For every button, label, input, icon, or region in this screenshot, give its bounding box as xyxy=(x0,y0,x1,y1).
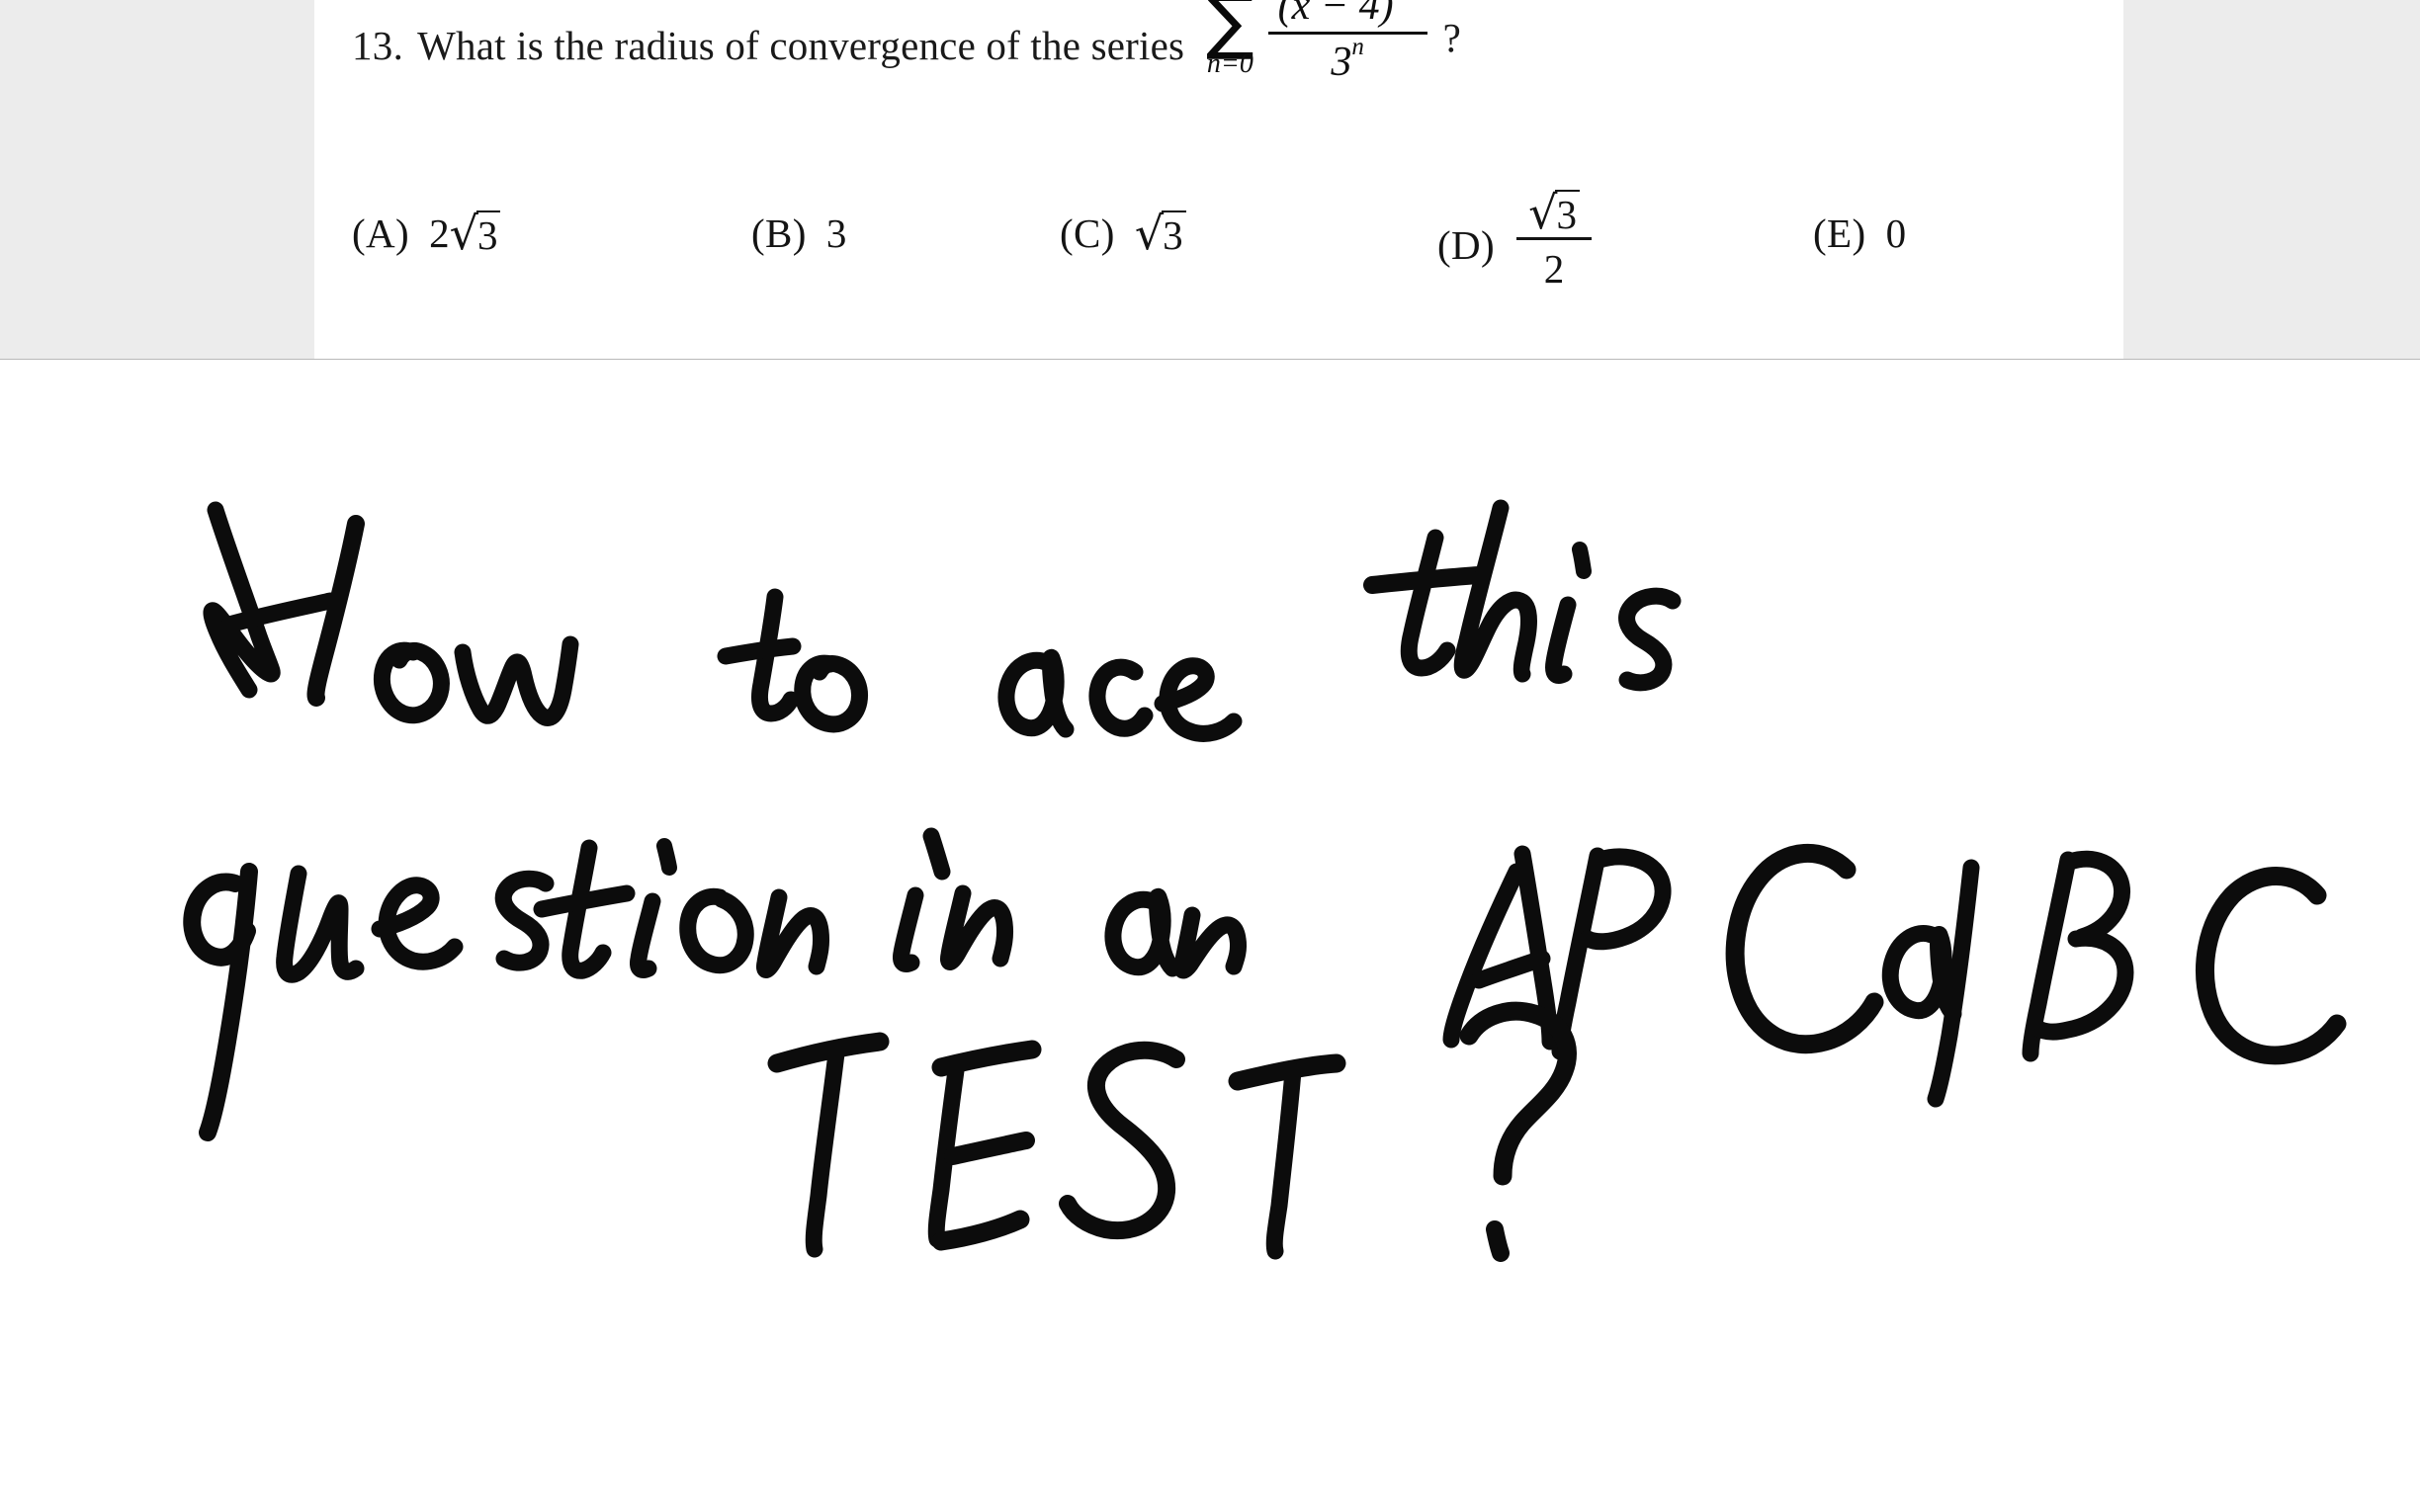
square-root-icon: √ 3 xyxy=(450,210,501,256)
handwritten-word-to xyxy=(717,588,869,733)
question-number: 13. xyxy=(352,23,404,68)
question-line: 13. What is the radius of convergence of… xyxy=(352,0,1461,86)
handwritten-word-this xyxy=(1363,499,1682,692)
answer-choice-b-value: 3 xyxy=(825,210,847,256)
handwritten-word-test xyxy=(767,1032,1346,1260)
answer-choice-a-label: (A) xyxy=(352,210,410,256)
document-page: 13. What is the radius of convergence of… xyxy=(314,0,2123,360)
handwritten-word-ace xyxy=(997,648,1243,742)
question-text: What is the radius of convergence of the… xyxy=(417,23,1185,68)
handwritten-word-how xyxy=(203,501,579,726)
square-root-icon: √ 3 xyxy=(1528,190,1580,235)
sigma-icon: ∑ xyxy=(1206,0,1254,62)
fraction-denominator: 2 xyxy=(1543,246,1565,292)
answer-choice-d-label: (D) xyxy=(1437,222,1496,268)
fraction-numerator: (x − 4)2n xyxy=(1268,0,1427,32)
answer-choice-c[interactable]: (C) √ 3 xyxy=(1060,210,1186,257)
series-fraction: (x − 4)2n 3n xyxy=(1267,0,1427,86)
answer-choice-e-value: 0 xyxy=(1885,210,1907,256)
answer-choice-a-value: 2 √ 3 xyxy=(429,210,501,257)
answer-choice-e-label: (E) xyxy=(1813,210,1866,256)
document-excerpt-strip: 13. What is the radius of convergence of… xyxy=(0,0,2420,360)
summation-lower-limit: n=0 xyxy=(1206,48,1253,80)
handwritten-word-question xyxy=(183,838,829,1141)
radicand: 3 xyxy=(475,210,501,256)
fraction-numerator: √ 3 xyxy=(1516,190,1592,237)
answer-choice-e[interactable]: (E) 0 xyxy=(1813,210,1906,257)
numerator-base: (x − 4) xyxy=(1277,0,1394,29)
coefficient: 2 xyxy=(429,210,450,256)
handwritten-word-in xyxy=(893,827,1013,972)
summation-operator: ∑ n=0 xyxy=(1206,0,1254,80)
radicand: 3 xyxy=(1555,190,1580,235)
handwritten-word-cal xyxy=(1725,843,1980,1108)
radical-glyph: √ xyxy=(1528,186,1558,239)
numerator-exponent: 2n xyxy=(1394,0,1418,2)
radical-glyph: √ xyxy=(1134,207,1165,260)
handwritten-word-an xyxy=(1104,887,1247,979)
answer-choice-d-fraction: √ 3 2 xyxy=(1516,190,1592,293)
denominator-exponent: n xyxy=(1351,34,1364,60)
handwriting-canvas: How to ace this question in an AP Cal BC… xyxy=(0,360,2420,1512)
answer-choice-b[interactable]: (B) 3 xyxy=(751,210,846,257)
answer-choice-c-label: (C) xyxy=(1060,210,1115,256)
handwritten-word-bc xyxy=(2022,850,2347,1065)
answer-choice-a[interactable]: (A) 2 √ 3 xyxy=(352,210,501,257)
answer-choice-b-label: (B) xyxy=(751,210,807,256)
question-mark: ? xyxy=(1442,15,1461,60)
answer-choice-d[interactable]: (D) √ 3 2 xyxy=(1437,190,1592,296)
answer-choice-c-value: √ 3 xyxy=(1135,210,1186,256)
handwriting-strokes xyxy=(183,499,2347,1262)
square-root-icon: √ 3 xyxy=(1135,210,1186,256)
denominator-base: 3 xyxy=(1331,40,1352,85)
radical-glyph: √ xyxy=(449,207,478,260)
radicand: 3 xyxy=(1162,210,1186,256)
answer-choices-row: (A) 2 √ 3 (B) 3 (C) √ 3 (D) √ 3 2 (E) 0 xyxy=(352,184,2092,302)
fraction-denominator: 3n xyxy=(1331,34,1364,86)
